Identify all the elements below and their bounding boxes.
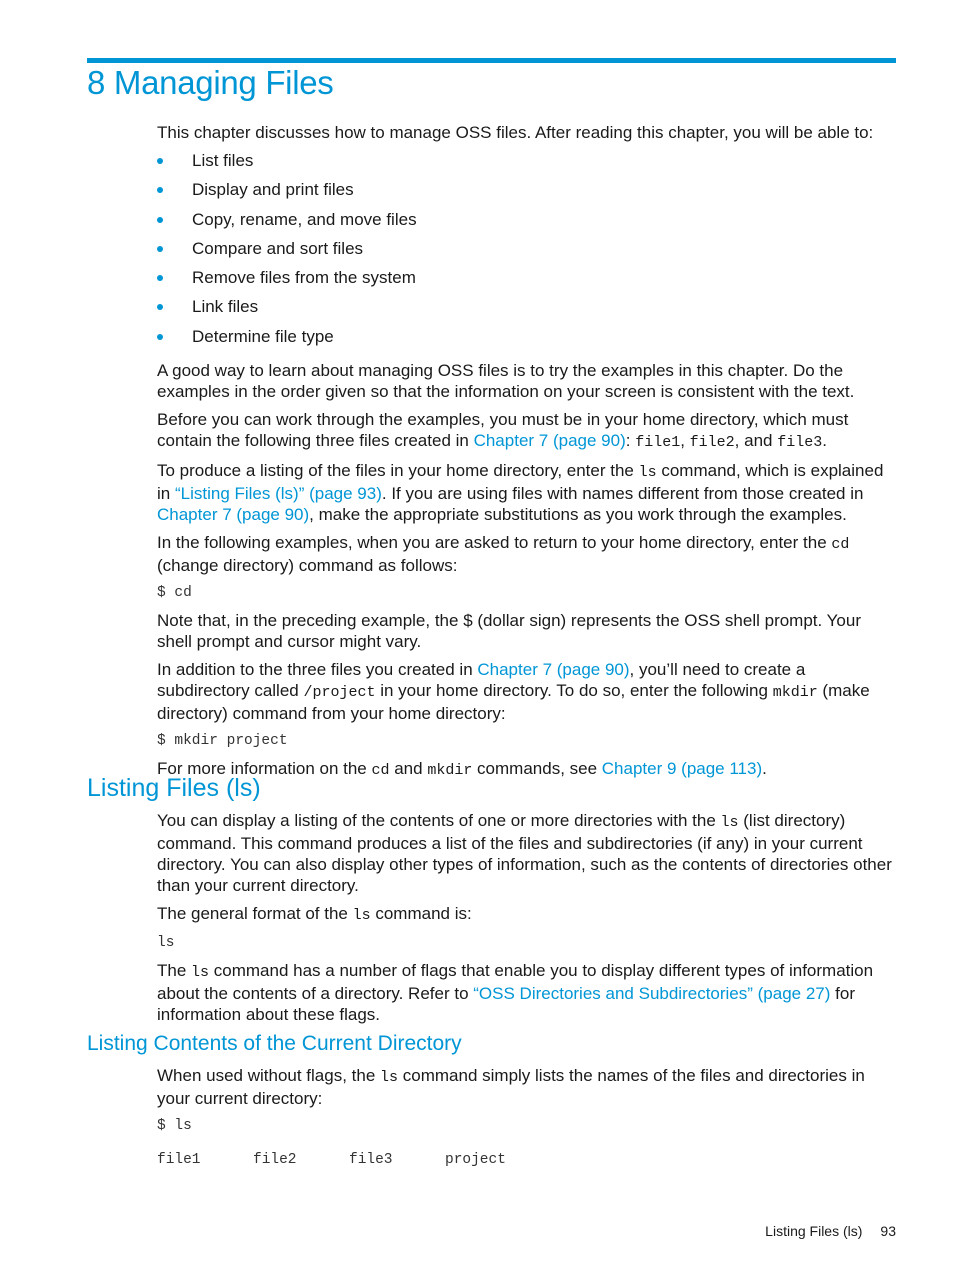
- section-listing-files-body: You can display a listing of the content…: [157, 810, 899, 1032]
- list-item: Compare and sort files: [157, 238, 899, 267]
- inline-code: ls: [191, 964, 210, 981]
- inline-code: file1: [635, 434, 681, 452]
- paragraph-more-info: For more information on the cd and mkdir…: [157, 759, 767, 780]
- chapter-rule: [87, 58, 896, 63]
- code-example-ls: $ ls: [157, 1118, 192, 1134]
- page-footer: Listing Files (ls) 93: [765, 1223, 896, 1239]
- inline-code: file2: [689, 434, 735, 452]
- link-chapter-7[interactable]: Chapter 7 (page 90): [477, 660, 629, 679]
- inline-code: mkdir: [772, 684, 818, 702]
- bullet-icon: [157, 245, 163, 252]
- ls-output: file1 file2 file3 project: [157, 1150, 899, 1171]
- output-entry: file3: [349, 1152, 393, 1168]
- paragraph-subdirectory: In addition to the three files you creat…: [157, 660, 870, 724]
- link-listing-files[interactable]: “Listing Files (ls)” (page 93): [175, 484, 382, 503]
- paragraph-return-home: In the following examples, when you are …: [157, 533, 850, 576]
- paragraph-prompt-note: Note that, in the preceding example, the…: [157, 611, 862, 652]
- paragraph-ls-no-flags: When used without flags, the ls command …: [157, 1066, 865, 1108]
- output-entry: file2: [253, 1152, 297, 1168]
- list-item: List files: [157, 150, 899, 179]
- section-title-current-directory: Listing Contents of the Current Director…: [87, 1032, 462, 1055]
- paragraph-examples: A good way to learn about managing OSS f…: [157, 361, 855, 402]
- inline-code: ls: [638, 464, 657, 482]
- code-example-ls-format: ls: [157, 935, 175, 951]
- link-oss-directories[interactable]: “OSS Directories and Subdirectories” (pa…: [473, 984, 830, 1003]
- bullet-icon: [157, 275, 163, 282]
- list-item: Display and print files: [157, 179, 899, 208]
- link-chapter-7[interactable]: Chapter 7 (page 90): [474, 431, 626, 450]
- inline-code: cd: [371, 762, 390, 780]
- bullet-icon: [157, 304, 163, 311]
- paragraph-ls-intro: You can display a listing of the content…: [157, 811, 892, 895]
- output-entry: file1: [157, 1152, 201, 1168]
- page-number: 93: [880, 1223, 896, 1239]
- bullet-icon: [157, 216, 163, 223]
- section-title-listing-files: Listing Files (ls): [87, 774, 261, 802]
- inline-code: cd: [831, 536, 850, 554]
- inline-code: /project: [303, 684, 376, 702]
- footer-section-title: Listing Files (ls): [765, 1223, 863, 1239]
- list-item: Determine file type: [157, 326, 899, 355]
- chapter-title: 8 Managing Files: [87, 64, 334, 101]
- inline-code: ls: [352, 907, 371, 924]
- paragraph-ls-flags: The ls command has a number of flags tha…: [157, 961, 874, 1024]
- list-item: Copy, rename, and move files: [157, 209, 899, 238]
- code-example-cd: $ cd: [157, 585, 192, 602]
- paragraph-produce-listing: To produce a listing of the files in you…: [157, 461, 884, 525]
- intro-paragraph: This chapter discusses how to manage OSS…: [157, 123, 874, 142]
- paragraph-home-directory: Before you can work through the examples…: [157, 410, 849, 452]
- output-entry: project: [445, 1152, 506, 1168]
- inline-code: file3: [777, 434, 823, 452]
- bullet-icon: [157, 158, 163, 164]
- inline-code: ls: [720, 814, 739, 831]
- inline-code: ls: [380, 1069, 399, 1086]
- list-item: Remove files from the system: [157, 267, 899, 296]
- paragraph-ls-format: The general format of the ls command is:: [157, 904, 472, 924]
- bullet-icon: [157, 187, 163, 194]
- bullet-icon: [157, 333, 163, 340]
- list-item: Link files: [157, 296, 899, 325]
- objectives-list: List files Display and print files Copy,…: [157, 150, 899, 355]
- section-current-directory-body: When used without flags, the ls command …: [157, 1065, 899, 1171]
- code-example-mkdir: $ mkdir project: [157, 733, 288, 750]
- inline-code: mkdir: [427, 762, 473, 780]
- link-chapter-9[interactable]: Chapter 9 (page 113): [602, 759, 762, 778]
- link-chapter-7[interactable]: Chapter 7 (page 90): [157, 505, 309, 524]
- chapter-body: This chapter discusses how to manage OSS…: [157, 122, 899, 788]
